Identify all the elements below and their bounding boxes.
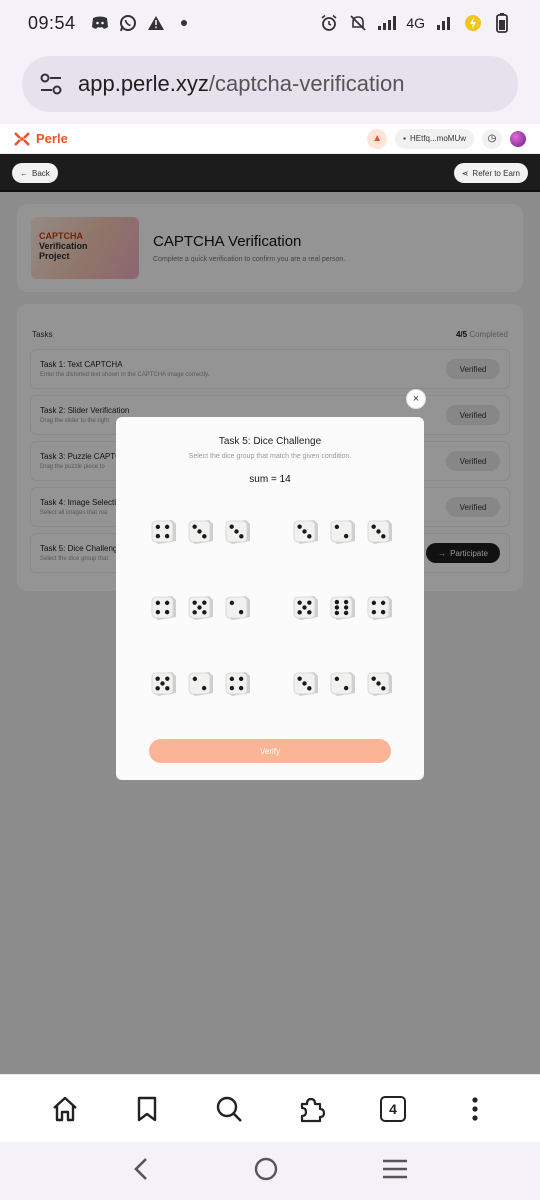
more-menu-icon[interactable] xyxy=(459,1093,491,1125)
notification-bell-icon[interactable]: ▲ xyxy=(367,128,388,149)
die-icon xyxy=(225,672,250,696)
url-text[interactable]: app.perle.xyz/captcha-verification xyxy=(78,71,405,97)
mute-icon xyxy=(348,13,368,33)
back-button[interactable]: ← Back xyxy=(12,163,58,183)
battery-saver-icon xyxy=(463,13,483,33)
signal-icon xyxy=(377,13,397,33)
browser-toolbar: 4 xyxy=(0,1074,540,1142)
dice-group-option[interactable] xyxy=(150,593,252,633)
dice-row xyxy=(150,669,394,709)
die-icon xyxy=(293,596,318,620)
brand-logo[interactable]: Perle xyxy=(14,131,68,146)
die-icon xyxy=(225,520,250,544)
dice-group-option[interactable] xyxy=(150,669,252,709)
modal-condition: sum = 14 xyxy=(249,474,291,485)
die-icon xyxy=(330,672,355,696)
die-icon xyxy=(293,520,318,544)
history-icon[interactable]: ◷ xyxy=(482,128,502,149)
die-icon xyxy=(367,672,392,696)
die-icon xyxy=(367,596,392,620)
recents-nav-icon[interactable] xyxy=(381,1158,409,1185)
site-settings-icon[interactable] xyxy=(36,69,66,99)
tabs-button[interactable]: 4 xyxy=(377,1093,409,1125)
dice-challenge-modal: × Task 5: Dice Challenge Select the dice… xyxy=(116,389,426,780)
site-header: Perle ▲ ▪ HEtfq...moMUw ◷ xyxy=(0,124,540,154)
action-bar: ← Back ⋖ Refer to Earn xyxy=(0,154,540,192)
dice-row xyxy=(150,593,394,633)
extensions-icon[interactable] xyxy=(295,1093,327,1125)
back-label: Back xyxy=(32,168,50,178)
share-icon: ⋖ xyxy=(461,168,469,178)
dice-grid xyxy=(150,517,394,745)
network-type: 4G xyxy=(406,15,425,31)
dice-group-option[interactable] xyxy=(292,669,394,709)
home-icon[interactable] xyxy=(49,1093,81,1125)
die-icon xyxy=(151,596,176,620)
status-bar: 09:54 4G xyxy=(0,0,540,46)
url-path: /captcha-verification xyxy=(208,71,405,96)
modal-title: Task 5: Dice Challenge xyxy=(218,436,322,447)
back-nav-icon[interactable] xyxy=(131,1156,151,1187)
address-bar[interactable]: app.perle.xyz/captcha-verification xyxy=(22,56,518,112)
dice-group-option[interactable] xyxy=(292,593,394,633)
browser-address-area: app.perle.xyz/captcha-verification xyxy=(0,46,540,124)
wallet-address: HEtfq...moMUw xyxy=(409,134,466,143)
status-time: 09:54 xyxy=(28,12,76,33)
close-modal-button[interactable]: × xyxy=(406,389,426,409)
search-icon[interactable] xyxy=(213,1093,245,1125)
die-icon xyxy=(293,672,318,696)
battery-icon xyxy=(492,13,512,33)
signal-icon-2 xyxy=(434,13,454,33)
refer-label: Refer to Earn xyxy=(472,168,520,178)
die-icon xyxy=(367,520,392,544)
home-nav-icon[interactable] xyxy=(253,1156,279,1187)
die-icon xyxy=(188,672,213,696)
url-host: app.perle.xyz xyxy=(78,71,209,96)
die-icon xyxy=(330,596,355,620)
die-icon xyxy=(188,520,213,544)
bookmark-icon[interactable] xyxy=(131,1093,163,1125)
warning-icon xyxy=(146,13,166,33)
dice-group-option[interactable] xyxy=(150,517,252,557)
wallet-button[interactable]: ▪ HEtfq...moMUw xyxy=(395,128,474,149)
die-icon xyxy=(225,596,250,620)
die-icon xyxy=(188,596,213,620)
verify-button[interactable]: Verify xyxy=(149,739,391,763)
dice-row xyxy=(150,517,394,557)
die-icon xyxy=(330,520,355,544)
system-nav-bar xyxy=(0,1142,540,1200)
dot-icon xyxy=(174,13,194,33)
whatsapp-icon xyxy=(118,13,138,33)
die-icon xyxy=(151,672,176,696)
discord-icon xyxy=(90,13,110,33)
die-icon xyxy=(151,520,176,544)
dice-group-option[interactable] xyxy=(292,517,394,557)
perle-logo-icon xyxy=(14,131,30,146)
brand-name: Perle xyxy=(36,131,68,146)
alarm-icon xyxy=(319,13,339,33)
arrow-left-icon: ← xyxy=(20,168,28,178)
tab-count: 4 xyxy=(380,1095,406,1122)
avatar[interactable] xyxy=(510,130,526,147)
refer-to-earn-button[interactable]: ⋖ Refer to Earn xyxy=(453,163,528,183)
modal-subtitle: Select the dice group that match the giv… xyxy=(188,453,352,460)
wallet-icon: ▪ xyxy=(403,134,406,143)
